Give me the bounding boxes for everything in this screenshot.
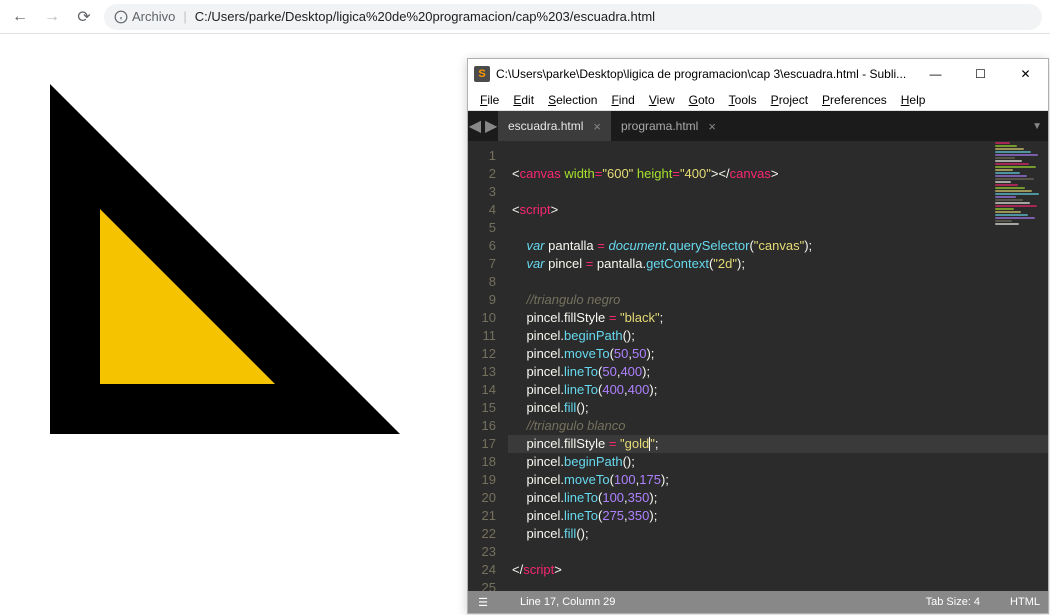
tab-close-icon[interactable]: ×	[708, 119, 716, 134]
code-line-6[interactable]: var pantalla = document.querySelector("c…	[508, 237, 1048, 255]
menu-selection[interactable]: Selection	[542, 91, 603, 109]
minimize-button[interactable]: ―	[913, 59, 958, 89]
sublime-window: S C:\Users\parke\Desktop\ligica de progr…	[467, 58, 1049, 614]
tab-next-icon[interactable]: ▶	[485, 116, 497, 136]
code-line-19[interactable]: pincel.moveTo(100,175);	[508, 471, 1048, 489]
browser-toolbar: ← → ⟳ Archivo | C:/Users/parke/Desktop/l…	[0, 0, 1050, 34]
menu-file[interactable]: File	[474, 91, 505, 109]
window-title: C:\Users\parke\Desktop\ligica de program…	[496, 67, 913, 81]
code-line-9[interactable]: //triangulo negro	[508, 291, 1048, 309]
code-line-25[interactable]	[508, 579, 1048, 591]
code-line-12[interactable]: pincel.moveTo(50,50);	[508, 345, 1048, 363]
code-line-22[interactable]: pincel.fill();	[508, 525, 1048, 543]
menu-preferences[interactable]: Preferences	[816, 91, 893, 109]
syntax-mode[interactable]: HTML	[1010, 596, 1040, 608]
menu-tools[interactable]: Tools	[723, 91, 763, 109]
tab-history-arrows[interactable]: ◀ ▶	[468, 111, 498, 141]
code-line-17[interactable]: pincel.fillStyle = "gold";	[508, 435, 1048, 453]
code-line-10[interactable]: pincel.fillStyle = "black";	[508, 309, 1048, 327]
tab-escuadra-html[interactable]: escuadra.html ×	[498, 111, 611, 141]
menu-view[interactable]: View	[643, 91, 681, 109]
url-text: C:/Users/parke/Desktop/ligica%20de%20pro…	[195, 9, 655, 24]
code-line-18[interactable]: pincel.beginPath();	[508, 453, 1048, 471]
code-line-14[interactable]: pincel.lineTo(400,400);	[508, 381, 1048, 399]
tab-size[interactable]: Tab Size: 4	[926, 596, 980, 608]
code-line-8[interactable]	[508, 273, 1048, 291]
window-titlebar[interactable]: S C:\Users\parke\Desktop\ligica de progr…	[468, 59, 1048, 89]
tab-prev-icon[interactable]: ◀	[469, 116, 481, 136]
minimap[interactable]	[993, 141, 1048, 591]
address-bar[interactable]: Archivo | C:/Users/parke/Desktop/ligica%…	[104, 4, 1042, 30]
menu-goto[interactable]: Goto	[683, 91, 721, 109]
code-line-2[interactable]: <canvas width="600" height="400"></canva…	[508, 165, 1048, 183]
code-line-16[interactable]: //triangulo blanco	[508, 417, 1048, 435]
tab-bar: ◀ ▶ escuadra.html × programa.html × ▼	[468, 111, 1048, 141]
code-line-24[interactable]: </script>	[508, 561, 1048, 579]
maximize-button[interactable]: ☐	[958, 59, 1003, 89]
menu-help[interactable]: Help	[895, 91, 932, 109]
reload-button[interactable]: ⟳	[72, 5, 96, 29]
code-line-20[interactable]: pincel.lineTo(100,350);	[508, 489, 1048, 507]
site-info-label: Archivo	[132, 9, 175, 24]
app-icon: S	[474, 66, 490, 82]
menu-find[interactable]: Find	[605, 91, 640, 109]
site-info-icon[interactable]: Archivo	[114, 9, 175, 24]
code-line-3[interactable]	[508, 183, 1048, 201]
line-number-gutter: 1234567891011121314151617181920212223242…	[468, 141, 502, 591]
code-line-4[interactable]: <script>	[508, 201, 1048, 219]
code-line-21[interactable]: pincel.lineTo(275,350);	[508, 507, 1048, 525]
code-line-23[interactable]	[508, 543, 1048, 561]
tab-label: programa.html	[621, 119, 698, 133]
menu-edit[interactable]: Edit	[507, 91, 540, 109]
close-button[interactable]: ✕	[1003, 59, 1048, 89]
code-line-1[interactable]	[508, 147, 1048, 165]
back-button[interactable]: ←	[8, 5, 32, 29]
code-line-13[interactable]: pincel.lineTo(50,400);	[508, 363, 1048, 381]
editor-area[interactable]: 1234567891011121314151617181920212223242…	[468, 141, 1048, 591]
status-bar: ☰ Line 17, Column 29 Tab Size: 4 HTML	[468, 591, 1048, 613]
forward-button[interactable]: →	[40, 5, 64, 29]
cursor-position: Line 17, Column 29	[520, 596, 615, 608]
code-line-11[interactable]: pincel.beginPath();	[508, 327, 1048, 345]
tab-label: escuadra.html	[508, 119, 583, 133]
tab-programa-html[interactable]: programa.html ×	[611, 111, 726, 141]
menu-bar: FileEditSelectionFindViewGotoToolsProjec…	[468, 89, 1048, 111]
tab-overflow-icon[interactable]: ▼	[1032, 111, 1042, 141]
status-menu-icon[interactable]: ☰	[476, 596, 490, 609]
code-line-7[interactable]: var pincel = pantalla.getContext("2d");	[508, 255, 1048, 273]
menu-project[interactable]: Project	[765, 91, 814, 109]
code-line-5[interactable]	[508, 219, 1048, 237]
code-content[interactable]: <canvas width="600" height="400"></canva…	[502, 141, 1048, 591]
tab-close-icon[interactable]: ×	[593, 119, 601, 134]
code-line-15[interactable]: pincel.fill();	[508, 399, 1048, 417]
